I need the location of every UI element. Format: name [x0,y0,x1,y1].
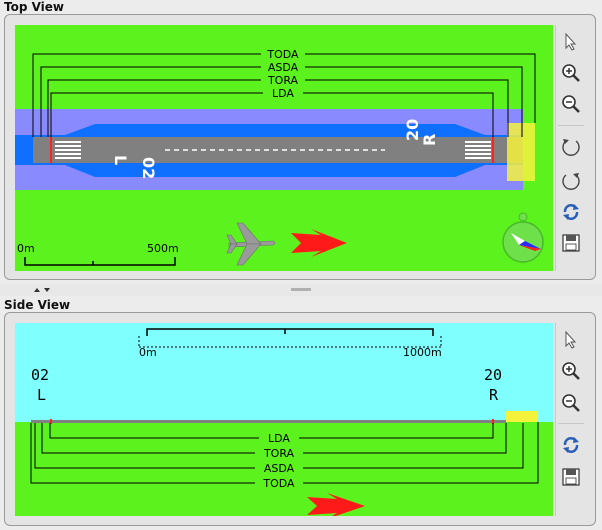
yellow-area [507,123,535,181]
side-right-suffix: R [489,386,499,404]
runway-left-suffix: L [111,155,130,165]
runway-right-suffix: R [420,134,439,146]
top-view-toolbar [555,25,586,271]
label-toda: TODA [266,48,299,61]
refresh-icon[interactable] [559,200,583,224]
side-left-suffix: L [37,386,46,404]
pointer-icon[interactable] [559,30,583,54]
label-asda: ASDA [268,61,299,74]
top-view-canvas[interactable]: 02 L 20 R TODA ASDA TORA LDA 0m 500m [15,25,553,271]
label-tora: TORA [267,74,299,87]
label-lda: LDA [272,87,294,100]
side-left-designator: 02 [31,366,49,384]
side-yellow-area [506,411,538,422]
rotate-cw-icon[interactable] [559,169,583,193]
side-save-icon[interactable] [559,465,583,489]
zoom-out-icon[interactable] [559,92,583,116]
side-view-toolbar [555,323,586,516]
top-view-title: Top View [4,0,65,14]
rotate-ccw-icon[interactable] [559,135,583,159]
side-zoom-in-icon[interactable] [559,359,583,383]
side-view-canvas[interactable]: 0m 1000m 02 L 20 R LDA TORA ASDA TODA [15,323,553,516]
side-scale-end: 1000m [403,346,442,359]
side-refresh-icon[interactable] [559,433,583,457]
side-zoom-out-icon[interactable] [559,391,583,415]
side-pointer-icon[interactable] [559,328,583,352]
side-view-title: Side View [4,298,71,312]
runway-left-designator: 02 [139,157,158,179]
scale-end-label: 500m [147,242,179,255]
side-label-asda: ASDA [264,462,295,475]
side-runway [31,420,506,423]
side-right-designator: 20 [484,366,502,384]
side-label-tora: TORA [263,447,295,460]
view-splitter[interactable] [0,284,602,296]
save-icon[interactable] [559,231,583,255]
side-label-lda: LDA [268,432,290,445]
zoom-in-icon[interactable] [559,61,583,85]
scale-start-label: 0m [17,242,35,255]
side-scale-start: 0m [139,346,157,359]
side-label-toda: TODA [262,477,295,490]
